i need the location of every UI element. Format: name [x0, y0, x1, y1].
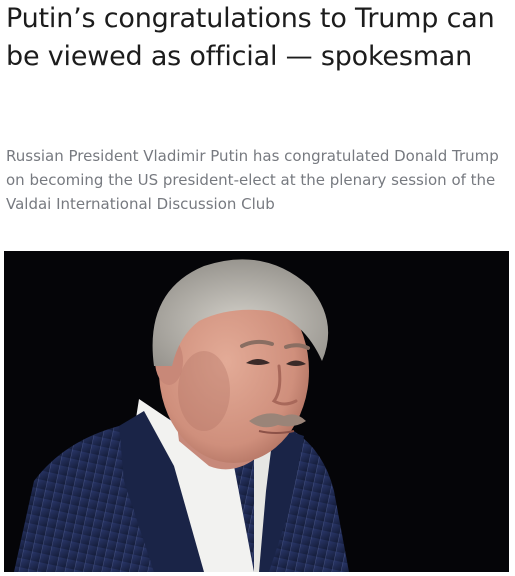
- cheek-shadow: [178, 351, 230, 431]
- portrait-illustration: [4, 251, 509, 572]
- article-lead: Russian President Vladimir Putin has con…: [6, 147, 499, 213]
- article-headline[interactable]: Putin’s congratulations to Trump can be …: [6, 0, 506, 76]
- article-photo: [4, 251, 509, 572]
- article: Putin’s congratulations to Trump can be …: [0, 0, 515, 576]
